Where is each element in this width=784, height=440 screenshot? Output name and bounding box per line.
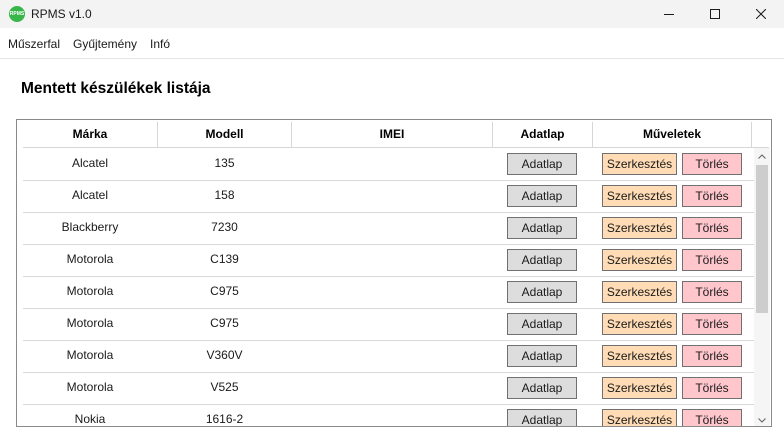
imei-cell	[292, 404, 492, 426]
table-row[interactable]: Motorola C975 Adatlap Szerkesztés Törlés	[23, 276, 755, 309]
brand-cell: Motorola	[66, 316, 114, 330]
details-button[interactable]: Adatlap	[507, 153, 577, 175]
edit-button[interactable]: Szerkesztés	[602, 153, 677, 175]
chevron-up-icon	[758, 153, 766, 159]
details-button[interactable]: Adatlap	[507, 345, 577, 367]
model-cell: 158	[214, 188, 235, 202]
imei-cell	[292, 372, 492, 403]
column-header-actions[interactable]: Műveletek	[593, 122, 752, 147]
details-button[interactable]: Adatlap	[507, 249, 577, 271]
brand-cell: Motorola	[66, 252, 114, 266]
model-cell: 7230	[211, 220, 238, 234]
brand-cell: Nokia	[74, 412, 106, 426]
menu-item-gyujtemeny[interactable]: Gyűjtemény	[73, 37, 137, 51]
table-row[interactable]: Motorola C975 Adatlap Szerkesztés Törlés	[23, 308, 755, 341]
brand-cell: Motorola	[66, 380, 114, 394]
close-button[interactable]	[738, 0, 784, 28]
model-cell: C975	[210, 316, 239, 330]
menu-bar: Műszerfal Gyűjtemény Infó	[0, 29, 784, 59]
model-cell: 1616-2	[205, 412, 244, 426]
minimize-button[interactable]	[646, 0, 692, 28]
column-header-brand[interactable]: Márka	[23, 122, 158, 147]
imei-cell	[292, 148, 492, 179]
brand-cell: Alcatel	[71, 188, 109, 202]
brand-cell: Blackberry	[61, 220, 119, 234]
edit-button[interactable]: Szerkesztés	[602, 313, 677, 335]
edit-button[interactable]: Szerkesztés	[602, 409, 677, 426]
table-row[interactable]: Alcatel 158 Adatlap Szerkesztés Törlés	[23, 180, 755, 213]
brand-cell: Motorola	[66, 348, 114, 362]
app-logo-icon: RPMS	[9, 6, 25, 22]
imei-cell	[292, 340, 492, 371]
brand-cell: Alcatel	[71, 156, 109, 170]
devices-table: Márka Modell IMEI Adatlap Műveletek Alca…	[16, 119, 772, 427]
delete-button[interactable]: Törlés	[682, 313, 742, 335]
details-button[interactable]: Adatlap	[507, 313, 577, 335]
table-row[interactable]: Blackberry 7230 Adatlap Szerkesztés Törlés	[23, 212, 755, 245]
column-header-imei[interactable]: IMEI	[292, 122, 493, 147]
delete-button[interactable]: Törlés	[682, 377, 742, 399]
table-header: Márka Modell IMEI Adatlap Műveletek	[23, 122, 769, 148]
title-bar: RPMS RPMS v1.0	[0, 0, 784, 28]
scroll-thumb[interactable]	[756, 165, 768, 313]
page-title: Mentett készülékek listája	[21, 80, 211, 97]
details-button[interactable]: Adatlap	[507, 409, 577, 426]
imei-cell	[292, 244, 492, 275]
delete-button[interactable]: Törlés	[682, 217, 742, 239]
imei-cell	[292, 212, 492, 243]
table-row[interactable]: Alcatel 135 Adatlap Szerkesztés Törlés	[23, 148, 755, 181]
scroll-up-button[interactable]	[754, 148, 770, 164]
details-button[interactable]: Adatlap	[507, 217, 577, 239]
edit-button[interactable]: Szerkesztés	[602, 217, 677, 239]
imei-cell	[292, 276, 492, 307]
window-title: RPMS v1.0	[31, 7, 92, 21]
maximize-icon	[710, 9, 720, 19]
chevron-down-icon	[758, 417, 766, 423]
table-body: Alcatel 135 Adatlap Szerkesztés Törlés Alcate…	[23, 148, 755, 426]
edit-button[interactable]: Szerkesztés	[602, 345, 677, 367]
delete-button[interactable]: Törlés	[682, 409, 742, 426]
edit-button[interactable]: Szerkesztés	[602, 249, 677, 271]
details-button[interactable]: Adatlap	[507, 185, 577, 207]
edit-button[interactable]: Szerkesztés	[602, 185, 677, 207]
table-row[interactable]: Motorola C139 Adatlap Szerkesztés Törlés	[23, 244, 755, 277]
maximize-button[interactable]	[692, 0, 738, 28]
delete-button[interactable]: Törlés	[682, 185, 742, 207]
minimize-icon	[664, 14, 674, 15]
column-header-details[interactable]: Adatlap	[493, 122, 593, 147]
table-row[interactable]: Motorola V360V Adatlap Szerkesztés Törlés	[23, 340, 755, 373]
imei-cell	[292, 308, 492, 339]
imei-cell	[292, 180, 492, 211]
details-button[interactable]: Adatlap	[507, 281, 577, 303]
model-cell: C975	[210, 284, 239, 298]
table-row[interactable]: Nokia 1616-2 Adatlap Szerkesztés Törlés	[23, 404, 755, 426]
brand-cell: Motorola	[66, 284, 114, 298]
delete-button[interactable]: Törlés	[682, 249, 742, 271]
menu-item-muszerfal[interactable]: Műszerfal	[8, 37, 60, 51]
column-header-model[interactable]: Modell	[158, 122, 292, 147]
model-cell: V360V	[206, 348, 243, 362]
delete-button[interactable]: Törlés	[682, 345, 742, 367]
close-icon	[756, 9, 766, 19]
model-cell: C139	[210, 252, 239, 266]
scroll-down-button[interactable]	[754, 412, 770, 426]
delete-button[interactable]: Törlés	[682, 153, 742, 175]
menu-item-info[interactable]: Infó	[150, 37, 170, 51]
model-cell: V525	[210, 380, 239, 394]
table-row[interactable]: Motorola V525 Adatlap Szerkesztés Törlés	[23, 372, 755, 405]
vertical-scrollbar[interactable]	[754, 148, 770, 426]
model-cell: 135	[214, 156, 235, 170]
edit-button[interactable]: Szerkesztés	[602, 281, 677, 303]
edit-button[interactable]: Szerkesztés	[602, 377, 677, 399]
details-button[interactable]: Adatlap	[507, 377, 577, 399]
delete-button[interactable]: Törlés	[682, 281, 742, 303]
